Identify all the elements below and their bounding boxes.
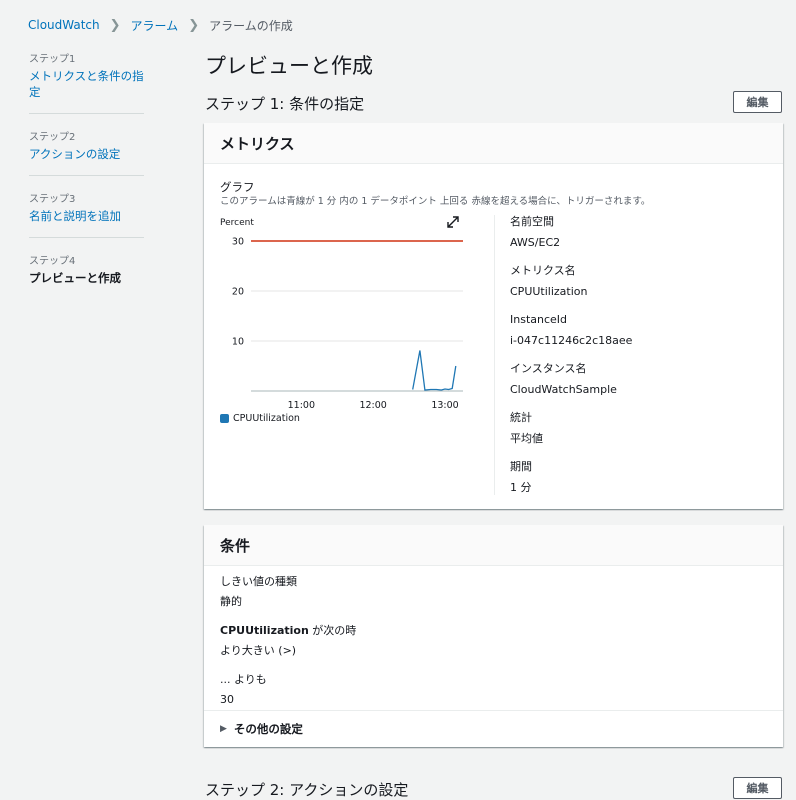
y-tick-label: 20 <box>232 287 244 298</box>
condition-operator: CPUUtilization が次の時 より大きい (>) <box>220 624 767 658</box>
conditions-panel-title: 条件 <box>204 525 783 566</box>
detail-value: 1 分 <box>510 481 532 494</box>
condition-threshold-type: しきい値の種類 静的 <box>220 575 767 609</box>
legend-label: CPUUtilization <box>233 413 300 424</box>
condition-value: より大きい (>) <box>220 644 297 657</box>
condition-threshold-value: ... よりも 30 <box>220 673 767 707</box>
breadcrumb: CloudWatch ❯ アラーム ❯ アラームの作成 <box>28 17 293 33</box>
detail-statistic: 統計 平均値 <box>510 411 694 446</box>
detail-metric-name: メトリクス名 CPUUtilization <box>510 264 694 299</box>
wizard-step-2: ステップ2 アクションの設定 <box>29 128 144 176</box>
step1-section-title: ステップ 1: 条件の指定 <box>205 95 365 113</box>
step-link-name[interactable]: 名前と説明を追加 <box>29 208 144 224</box>
chevron-right-icon: ❯ <box>188 17 200 33</box>
step2-section-title: ステップ 2: アクションの設定 <box>205 781 409 799</box>
metrics-panel: メトリクス グラフ このアラームは青線が 1 分 内の 1 データポイント 上回… <box>204 123 783 509</box>
wizard-steps-nav: ステップ1 メトリクスと条件の指定 ステップ2 アクションの設定 ステップ3 名… <box>29 50 144 313</box>
x-tick-label: 11:00 <box>288 400 315 411</box>
condition-metric-name: CPUUtilization <box>220 624 309 637</box>
breadcrumb-cloudwatch[interactable]: CloudWatch <box>28 18 100 32</box>
detail-instance-id: InstanceId i-047c11246c2c18aee <box>510 313 694 348</box>
step-number: ステップ1 <box>29 54 76 65</box>
step-current-preview: プレビューと作成 <box>29 271 121 285</box>
condition-value: 静的 <box>220 595 242 608</box>
step-link-metrics[interactable]: メトリクスと条件の指定 <box>29 68 144 100</box>
chart-legend[interactable]: CPUUtilization <box>220 413 300 424</box>
breadcrumb-current: アラームの作成 <box>209 18 293 33</box>
wizard-step-3: ステップ3 名前と説明を追加 <box>29 190 144 238</box>
detail-key: インスタンス名 <box>510 362 587 375</box>
detail-value: CloudWatchSample <box>510 383 617 396</box>
detail-value: AWS/EC2 <box>510 236 561 249</box>
wizard-step-4: ステップ4 プレビューと作成 <box>29 252 144 299</box>
detail-key: 名前空間 <box>510 215 554 228</box>
x-tick-label: 13:00 <box>431 400 458 411</box>
conditions-body: しきい値の種類 静的 CPUUtilization が次の時 より大きい (>)… <box>204 566 783 707</box>
y-axis-label: Percent <box>220 218 254 228</box>
condition-key: CPUUtilization が次の時 <box>220 624 767 638</box>
x-tick-label: 12:00 <box>359 400 386 411</box>
detail-key: InstanceId <box>510 313 568 326</box>
detail-value: 平均値 <box>510 432 543 445</box>
y-tick-label: 30 <box>232 237 244 248</box>
metric-chart-svg: Percent 10 20 30 11:00 12:00 13:00 <box>220 216 463 411</box>
condition-key-rest: が次の時 <box>308 624 357 637</box>
detail-instance-name: インスタンス名 CloudWatchSample <box>510 362 694 397</box>
wizard-step-1: ステップ1 メトリクスと条件の指定 <box>29 50 144 114</box>
detail-key: 統計 <box>510 411 532 424</box>
detail-key: メトリクス名 <box>510 264 576 277</box>
conditions-panel: 条件 しきい値の種類 静的 CPUUtilization が次の時 より大きい … <box>204 525 783 747</box>
metric-chart: Percent 10 20 30 11:00 12:00 13:00 CPUUtilizat… <box>220 216 464 436</box>
detail-value: CPUUtilization <box>510 285 588 298</box>
detail-value: i-047c11246c2c18aee <box>510 334 633 347</box>
metrics-panel-title: メトリクス <box>204 123 783 164</box>
metric-details: 名前空間 AWS/EC2 メトリクス名 CPUUtilization Insta… <box>494 215 694 495</box>
edit-step1-button[interactable]: 編集 <box>733 91 782 113</box>
page-title: プレビューと作成 <box>205 54 373 78</box>
condition-key: ... よりも <box>220 673 267 686</box>
caret-right-icon: ▶ <box>220 724 227 734</box>
more-settings-toggle[interactable]: ▶ その他の設定 <box>204 710 783 747</box>
graph-description: このアラームは青線が 1 分 内の 1 データポイント 上回る 赤線を超える場合… <box>220 196 651 207</box>
condition-key: しきい値の種類 <box>220 575 297 588</box>
expand-icon[interactable] <box>447 216 459 228</box>
edit-step2-button[interactable]: 編集 <box>733 777 782 799</box>
y-tick-label: 10 <box>232 337 244 348</box>
chevron-right-icon: ❯ <box>109 17 121 33</box>
condition-value: 30 <box>220 693 234 706</box>
legend-swatch <box>220 414 229 423</box>
detail-period: 期間 1 分 <box>510 460 694 495</box>
step-link-actions[interactable]: アクションの設定 <box>29 146 144 162</box>
step-number: ステップ3 <box>29 194 76 205</box>
step-number: ステップ2 <box>29 132 76 143</box>
series-line-cpuutilization <box>412 350 457 391</box>
more-settings-label: その他の設定 <box>233 722 303 736</box>
step-number: ステップ4 <box>29 256 76 267</box>
detail-key: 期間 <box>510 460 532 473</box>
breadcrumb-alarms[interactable]: アラーム <box>131 17 179 34</box>
detail-namespace: 名前空間 AWS/EC2 <box>510 215 694 250</box>
